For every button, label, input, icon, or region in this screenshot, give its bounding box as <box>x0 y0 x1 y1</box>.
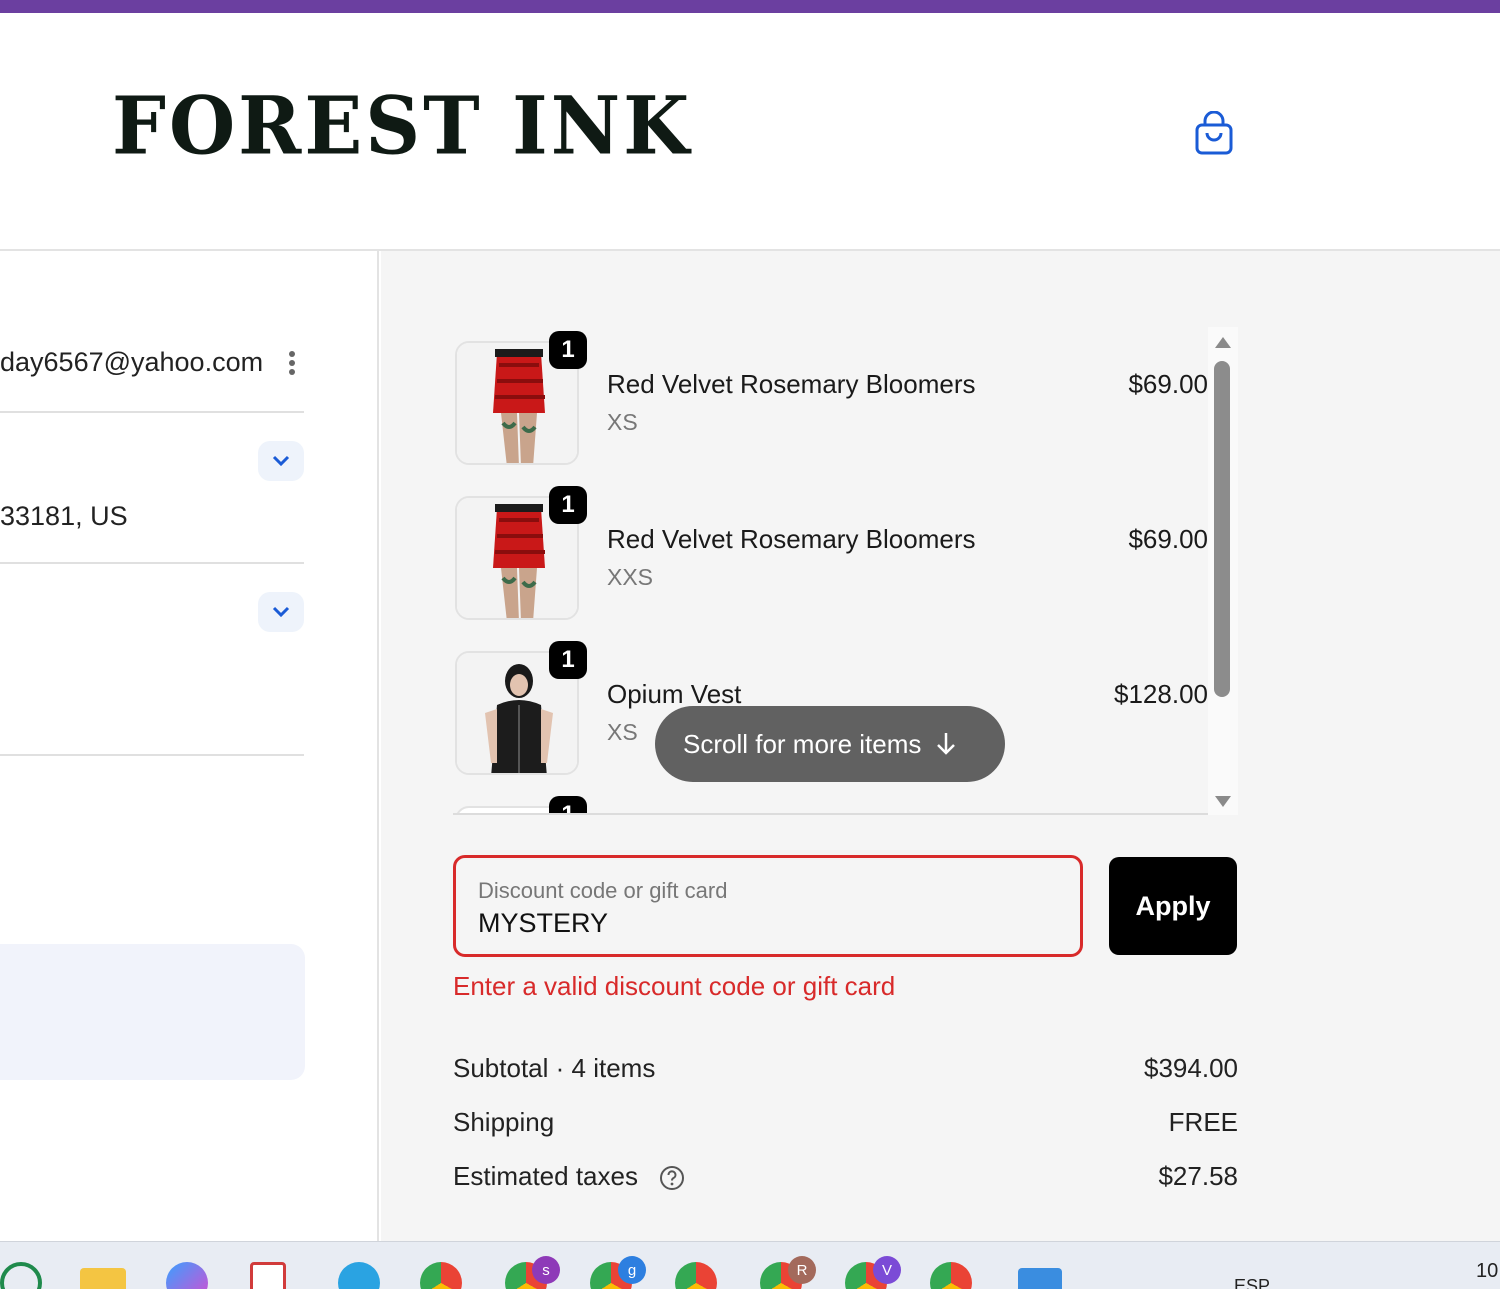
chevron-down-icon <box>272 455 290 467</box>
scroll-down-arrow-icon[interactable] <box>1215 796 1231 807</box>
items-scrollbar[interactable] <box>1208 327 1238 815</box>
line-item: 1 Red Velvet Rosemary Bloomers XXS $69.0… <box>453 482 1208 622</box>
item-variant: XS <box>607 409 638 435</box>
discount-field-label: Discount code or gift card <box>478 878 728 903</box>
subtotal-value: $394.00 <box>1144 1053 1238 1083</box>
browser-accent-bar <box>0 0 1500 13</box>
scroll-up-arrow-icon[interactable] <box>1215 337 1231 348</box>
taxes-value: $27.58 <box>1158 1161 1238 1191</box>
item-variant: XXS <box>607 564 654 590</box>
divider <box>0 562 304 564</box>
quantity-badge: 1 <box>549 331 587 369</box>
quantity-badge: 1 <box>549 641 587 679</box>
scroll-hint-label: Scroll for more items <box>683 728 922 759</box>
account-email: day6567@yahoo.com <box>0 347 264 377</box>
app-icon[interactable] <box>250 1262 286 1289</box>
taxes-label: Estimated taxes <box>453 1161 638 1191</box>
item-name: Red Velvet Rosemary Bloomers <box>607 369 976 399</box>
apply-discount-button[interactable]: Apply <box>1109 857 1237 955</box>
help-circle-icon[interactable] <box>659 1165 685 1191</box>
store-logo[interactable]: FOREST INK <box>112 79 692 172</box>
whatsapp-icon[interactable] <box>0 1262 42 1289</box>
scrollbar-thumb[interactable] <box>1214 361 1230 697</box>
os-taskbar: s g R V ESP 10 <box>0 1241 1500 1289</box>
store-header: FOREST INK <box>0 13 1500 251</box>
chevron-down-icon <box>272 606 290 618</box>
shipping-address: 33181, US <box>0 501 128 531</box>
more-options-icon[interactable] <box>286 351 298 379</box>
shipping-value: FREE <box>1168 1107 1238 1137</box>
taxes-row: Estimated taxes $27.58 <box>453 1161 1238 1197</box>
discount-code-field[interactable]: Discount code or gift card MYSTERY <box>453 855 1083 957</box>
arrow-down-icon <box>937 733 956 755</box>
language-indicator[interactable]: ESP <box>1234 1276 1270 1289</box>
profile-badge: R <box>788 1256 816 1284</box>
file-explorer-icon[interactable] <box>80 1268 126 1289</box>
item-variant: XS <box>607 719 638 745</box>
chrome-profile-icon[interactable] <box>930 1262 972 1289</box>
clock[interactable]: 10 <box>1476 1260 1498 1283</box>
shipping-label: Shipping <box>453 1107 555 1137</box>
subtotal-label: Subtotal · 4 items <box>453 1053 656 1083</box>
copilot-icon[interactable] <box>166 1262 208 1289</box>
chrome-profile-icon[interactable] <box>420 1262 462 1289</box>
profile-badge: s <box>532 1256 560 1284</box>
expand-delivery-button[interactable] <box>258 441 304 481</box>
line-item: 1 <box>453 792 1208 813</box>
info-panel <box>0 944 305 1080</box>
profile-badge: g <box>618 1256 646 1284</box>
divider <box>0 411 304 413</box>
line-item: 1 Red Velvet Rosemary Bloomers XS $69.00 <box>453 327 1208 467</box>
chrome-profile-icon[interactable] <box>675 1262 717 1289</box>
profile-badge: V <box>873 1256 901 1284</box>
checkout-form-column: day6567@yahoo.com 33181, US <box>0 251 379 1241</box>
taxes-label-wrap: Estimated taxes <box>453 1161 685 1192</box>
app-icon[interactable] <box>1018 1268 1062 1289</box>
item-price: $69.00 <box>1128 369 1208 399</box>
discount-field-value[interactable]: MYSTERY <box>478 908 608 939</box>
order-summary-column: 1 Red Velvet Rosemary Bloomers XS $69.00… <box>381 251 1500 1241</box>
item-price: $69.00 <box>1128 524 1208 554</box>
subtotal-row: Subtotal · 4 items $394.00 <box>453 1053 1238 1089</box>
expand-shipping-method-button[interactable] <box>258 592 304 632</box>
item-price: $128.00 <box>1114 679 1208 709</box>
quantity-badge: 1 <box>549 796 587 813</box>
item-name: Red Velvet Rosemary Bloomers <box>607 524 976 554</box>
shopping-bag-icon[interactable] <box>1192 111 1236 157</box>
shipping-row: Shipping FREE <box>453 1107 1238 1143</box>
telegram-icon[interactable] <box>338 1262 380 1289</box>
quantity-badge: 1 <box>549 486 587 524</box>
discount-error-message: Enter a valid discount code or gift card <box>453 971 896 1001</box>
divider <box>0 754 304 756</box>
scroll-for-more-button[interactable]: Scroll for more items <box>655 706 1005 782</box>
